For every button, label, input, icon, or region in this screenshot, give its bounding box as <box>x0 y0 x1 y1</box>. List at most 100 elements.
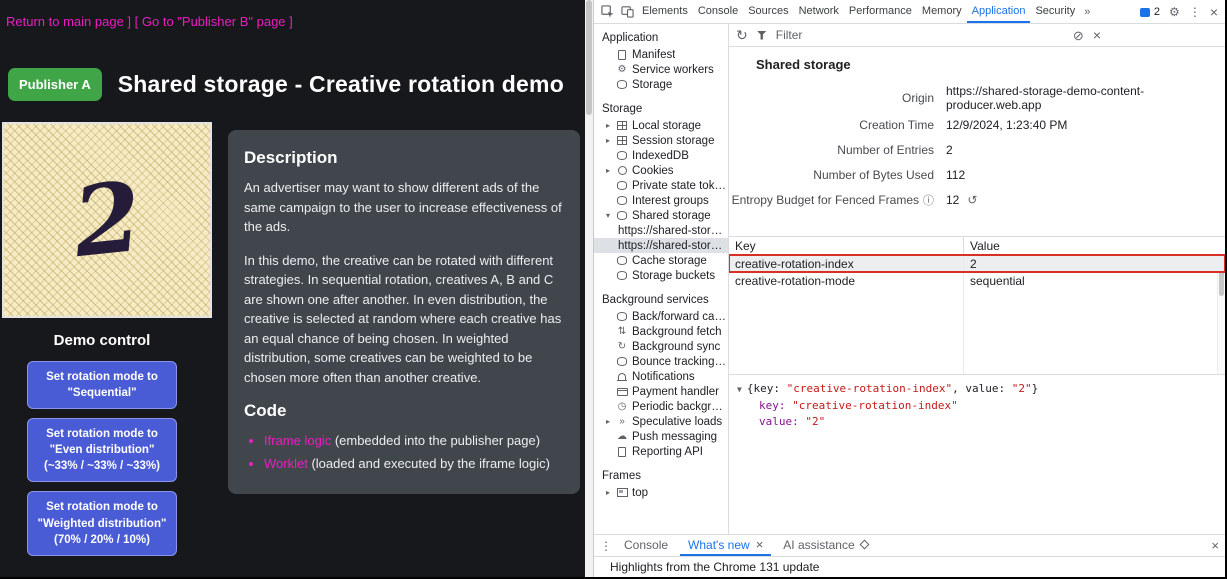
sidebar-item-shared-storage-origin-2[interactable]: https://shared-storage… <box>594 238 728 253</box>
metadata-row-entries: Number of Entries 2 <box>729 137 1225 162</box>
rotation-weighted-distribution-button[interactable]: Set rotation mode to "Weighted distribut… <box>27 491 177 555</box>
close-tab-icon[interactable]: × <box>756 537 764 552</box>
whats-new-panel: Highlights from the Chrome 131 update <box>594 556 1225 577</box>
sidebar-item-cache-storage[interactable]: Cache storage <box>594 253 728 268</box>
sidebar-item-bounce-tracking-mitigations[interactable]: Bounce tracking miti… <box>594 354 728 369</box>
payment-card-icon <box>616 386 628 398</box>
chevron-down-icon[interactable]: ▾ <box>604 211 612 220</box>
inspect-element-icon[interactable] <box>597 1 617 23</box>
drawer-tab-console[interactable]: Console <box>616 535 676 556</box>
sidebar-item-background-fetch[interactable]: ⇅Background fetch <box>594 324 728 339</box>
table-icon <box>616 135 628 147</box>
return-main-page-link[interactable]: Return to main page ] <box>6 14 131 29</box>
close-devtools-icon[interactable]: × <box>1210 5 1218 19</box>
sidebar-item-cookies[interactable]: ▸Cookies <box>594 163 728 178</box>
sidebar-item-back-forward-cache[interactable]: Back/forward cache <box>594 309 728 324</box>
sidebar-section-storage[interactable]: Storage <box>594 98 728 118</box>
publisher-b-link[interactable]: [ Go to "Publisher B" page ] <box>135 14 293 29</box>
tab-application[interactable]: Application <box>967 0 1031 23</box>
sidebar-item-periodic-background-sync[interactable]: ◷Periodic backgroun… <box>594 399 728 414</box>
sidebar-item-background-sync[interactable]: ↻Background sync <box>594 339 728 354</box>
tab-sources[interactable]: Sources <box>743 0 793 23</box>
chevron-right-icon[interactable]: ▸ <box>604 417 612 426</box>
scrollbar-thumb[interactable] <box>586 0 592 115</box>
sidebar-item-push-messaging[interactable]: ☁Push messaging <box>594 429 728 444</box>
tab-performance[interactable]: Performance <box>844 0 917 23</box>
cell-key: creative-rotation-mode <box>729 272 964 289</box>
database-icon <box>616 356 628 368</box>
sidebar-item-session-storage[interactable]: ▸Session storage <box>594 133 728 148</box>
value-column-header[interactable]: Value <box>964 239 1225 253</box>
sidebar-item-manifest[interactable]: Manifest <box>594 47 728 62</box>
sidebar-item-speculative-loads[interactable]: ▸»Speculative loads <box>594 414 728 429</box>
bell-icon <box>616 371 628 383</box>
tab-console[interactable]: Console <box>693 0 743 23</box>
sidebar-item-interest-groups[interactable]: Interest groups <box>594 193 728 208</box>
reset-budget-icon[interactable]: ↺ <box>967 193 977 207</box>
preview-summary[interactable]: ▼{key: "creative-rotation-index", value:… <box>737 381 1217 398</box>
more-tabs-icon[interactable]: » <box>1080 6 1094 18</box>
rotation-even-distribution-button[interactable]: Set rotation mode to "Even distribution"… <box>27 418 177 482</box>
chevron-right-icon[interactable]: ▸ <box>604 136 612 145</box>
chevron-right-icon[interactable]: ▸ <box>604 488 612 497</box>
filter-input[interactable] <box>776 28 1064 42</box>
drawer-tab-whats-new[interactable]: What's new × <box>680 535 771 556</box>
tab-elements[interactable]: Elements <box>637 0 693 23</box>
sidebar-item-service-workers[interactable]: ⚙Service workers <box>594 62 728 77</box>
sidebar-item-notifications[interactable]: Notifications <box>594 369 728 384</box>
sidebar-item-reporting-api[interactable]: Reporting API <box>594 444 728 459</box>
chevron-right-icon[interactable]: ▸ <box>604 121 612 130</box>
cell-value: 2 <box>964 257 1225 271</box>
tab-memory[interactable]: Memory <box>917 0 967 23</box>
sidebar-item-shared-storage-origin-1[interactable]: https://shared-storage… <box>594 223 728 238</box>
sidebar-item-storage[interactable]: Storage <box>594 77 728 92</box>
database-icon <box>616 210 628 222</box>
tab-network[interactable]: Network <box>794 0 844 23</box>
button-line: Set rotation mode to <box>46 501 158 513</box>
shared-storage-title: Shared storage <box>756 57 1225 72</box>
publisher-badge: Publisher A <box>8 68 102 101</box>
drawer-menu-icon[interactable]: ⋮ <box>600 540 612 552</box>
clear-all-icon[interactable]: ⊘ <box>1073 29 1084 42</box>
chevron-right-icon[interactable]: ▸ <box>604 166 612 175</box>
sidebar-item-indexeddb[interactable]: IndexedDB <box>594 148 728 163</box>
drawer-tab-ai-assistance[interactable]: AI assistance <box>775 535 875 556</box>
rotation-sequential-button[interactable]: Set rotation mode to "Sequential" <box>27 361 177 409</box>
creative-number: 2 <box>69 169 145 271</box>
sidebar-item-payment-handler[interactable]: Payment handler <box>594 384 728 399</box>
sidebar-item-private-state-tokens[interactable]: Private state tokens <box>594 178 728 193</box>
devtools-body: Application Manifest ⚙Service workers St… <box>594 24 1225 534</box>
table-row-creative-rotation-index[interactable]: creative-rotation-index 2 <box>729 255 1225 272</box>
issues-count-badge[interactable]: 2 <box>1140 6 1160 18</box>
delete-selected-icon[interactable]: × <box>1093 28 1101 42</box>
chevron-down-icon[interactable]: ▼ <box>737 385 742 394</box>
button-line: "Sequential" <box>67 387 136 399</box>
entry-preview: ▼{key: "creative-rotation-index", value:… <box>729 374 1225 436</box>
up-down-arrows-icon: ⇅ <box>616 326 628 338</box>
speculative-loads-icon: » <box>616 416 628 428</box>
sidebar-item-top-frame[interactable]: ▸top <box>594 485 728 500</box>
devtools-menu-icon[interactable]: ⋮ <box>1189 6 1201 18</box>
tab-security[interactable]: Security <box>1030 0 1080 23</box>
worklet-link[interactable]: Worklet <box>264 456 308 471</box>
sidebar-section-application[interactable]: Application <box>594 27 728 47</box>
page-scrollbar[interactable] <box>585 0 593 577</box>
tabbar-right-controls: 2 ⚙ ⋮ × <box>1135 0 1223 24</box>
key-column-header[interactable]: Key <box>729 237 964 254</box>
sidebar-item-local-storage[interactable]: ▸Local storage <box>594 118 728 133</box>
device-toolbar-icon[interactable] <box>617 1 637 23</box>
settings-gear-icon[interactable]: ⚙ <box>1169 6 1180 18</box>
iframe-logic-link[interactable]: Iframe logic <box>264 433 331 448</box>
sidebar-item-storage-buckets[interactable]: Storage buckets <box>594 268 728 283</box>
description-para-1: An advertiser may want to show different… <box>244 178 564 237</box>
sidebar-section-frames[interactable]: Frames <box>594 465 728 485</box>
table-scrollbar[interactable] <box>1217 256 1225 374</box>
description-panel: Description An advertiser may want to sh… <box>228 130 580 494</box>
sidebar-section-background-services[interactable]: Background services <box>594 289 728 309</box>
creative-frame[interactable]: 2 <box>2 122 212 318</box>
document-icon <box>616 446 628 458</box>
sidebar-item-shared-storage[interactable]: ▾Shared storage <box>594 208 728 223</box>
refresh-icon[interactable]: ↻ <box>736 28 748 42</box>
close-drawer-icon[interactable]: × <box>1211 538 1219 553</box>
table-row-creative-rotation-mode[interactable]: creative-rotation-mode sequential <box>729 272 1225 289</box>
